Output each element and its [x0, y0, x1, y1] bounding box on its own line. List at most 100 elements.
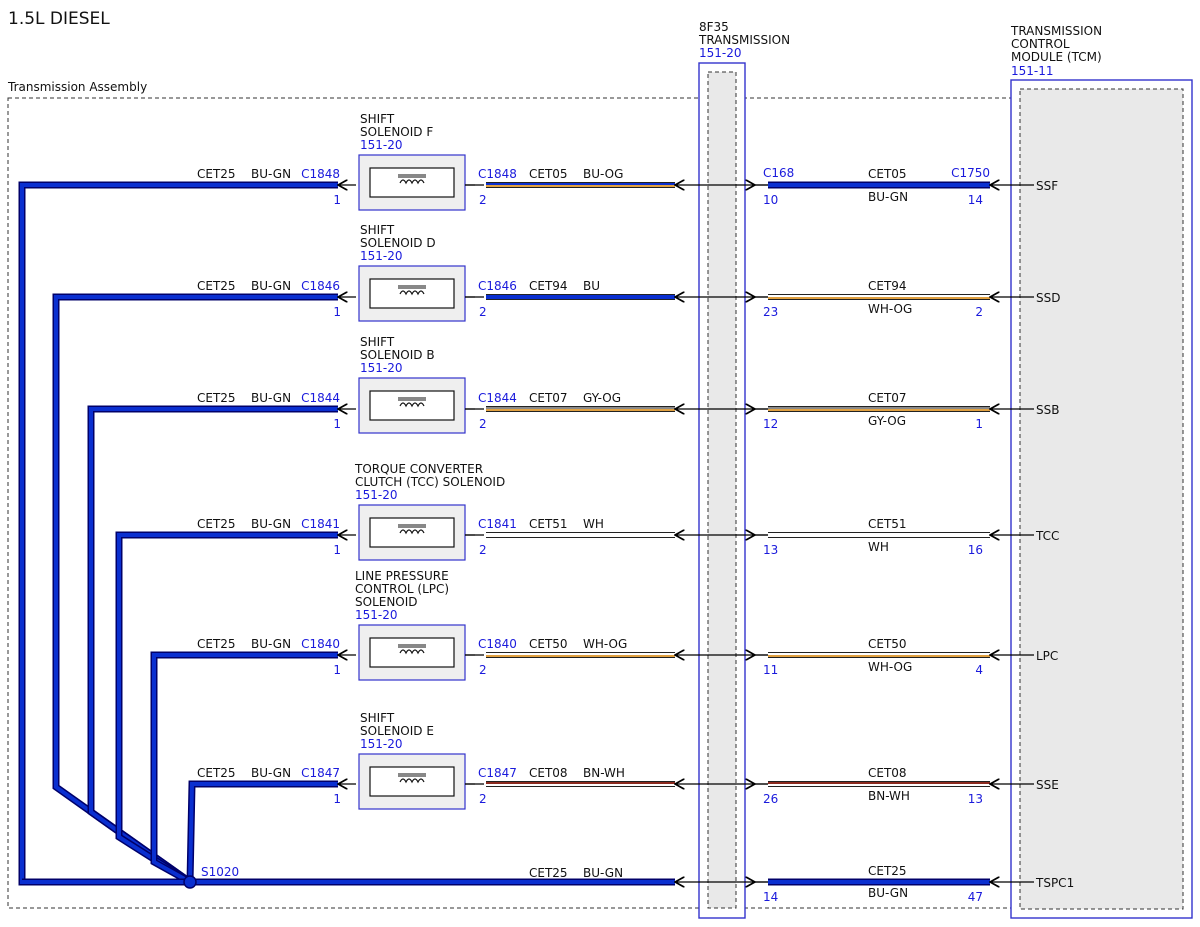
connector-label: C1840 — [478, 637, 517, 651]
wire-color-label: WH-OG — [583, 637, 627, 651]
connector-label: C1847 — [301, 766, 340, 780]
wire-color-label: BU-GN — [868, 886, 908, 900]
pin-label: 23 — [763, 305, 778, 319]
wire-color-label: BU-GN — [251, 766, 291, 780]
connector-label: C1844 — [301, 391, 340, 405]
pin-label: 14 — [763, 890, 778, 904]
wire-color-label: BU-GN — [251, 517, 291, 531]
transmission-ref: 151-20 — [699, 46, 742, 60]
transmission-connector-inner — [707, 71, 737, 909]
pin-label: 13 — [763, 543, 778, 557]
connector-label: C1848 — [301, 167, 340, 181]
circuit-label: CET25 — [197, 167, 236, 181]
tcm-ref: 151-11 — [1011, 64, 1054, 78]
connector-label: C1848 — [478, 167, 517, 181]
solenoid-name-line: SOLENOID F — [360, 125, 433, 139]
wire-color-label: WH-OG — [868, 302, 912, 316]
tcm-name-line1: TRANSMISSION — [1010, 24, 1102, 38]
pin-label: 13 — [968, 792, 983, 806]
pin-label: 26 — [763, 792, 778, 806]
pin-label: 12 — [763, 417, 778, 431]
circuit-label: CET94 — [868, 279, 907, 293]
solenoid-ref: 151-20 — [360, 249, 403, 263]
tcm-name-line3: MODULE (TCM) — [1011, 50, 1102, 64]
wire-color-label: BU-GN — [251, 167, 291, 181]
connector-label: C1846 — [478, 279, 517, 293]
circuit-label: CET25 — [529, 866, 568, 880]
circuit-label: CET25 — [197, 517, 236, 531]
splice-label: S1020 — [201, 865, 239, 879]
wire-color-label: WH-OG — [868, 660, 912, 674]
solenoid-name-line: CLUTCH (TCC) SOLENOID — [355, 475, 505, 489]
connector-label: C1844 — [478, 391, 517, 405]
circuit-label: CET94 — [529, 279, 568, 293]
pin-label: 1 — [333, 417, 341, 431]
solenoid-ref: 151-20 — [355, 488, 398, 502]
diagram-title: 1.5L DIESEL — [8, 9, 110, 29]
circuit-label: CET25 — [197, 279, 236, 293]
pin-label: 2 — [479, 543, 487, 557]
pin-label: 1 — [333, 543, 341, 557]
pin-label: 11 — [763, 663, 778, 677]
pin-label: 10 — [763, 193, 778, 207]
solenoid-name-line: SHIFT — [360, 335, 395, 349]
tcm-signal-label: TSPC1 — [1035, 876, 1074, 890]
transmission-name-line2: TRANSMISSION — [698, 33, 790, 47]
pin-label: 1 — [333, 663, 341, 677]
solenoid-ref: 151-20 — [360, 138, 403, 152]
wire-color-label: BN-WH — [583, 766, 625, 780]
circuit-label: CET25 — [197, 391, 236, 405]
tcm-name-line2: CONTROL — [1011, 37, 1070, 51]
wire-color-label: BU-GN — [251, 637, 291, 651]
tcm-signal-label: SSB — [1036, 403, 1059, 417]
tcm-signal-label: SSD — [1036, 291, 1060, 305]
solenoid-name-line: SOLENOID — [355, 595, 418, 609]
solenoid-name-line: SHIFT — [360, 223, 395, 237]
pin-label: 2 — [479, 417, 487, 431]
wire-cet25-1-outline — [52, 293, 338, 885]
wire-cet25-1 — [54, 295, 338, 884]
tcm-signal-label: LPC — [1036, 649, 1058, 663]
tcm-signal-label: SSF — [1036, 179, 1058, 193]
wire-color-label: GY-OG — [868, 414, 906, 428]
connector-label: C1750 — [951, 166, 990, 180]
pin-label: 1 — [333, 193, 341, 207]
pin-label: 1 — [333, 792, 341, 806]
pin-label: 16 — [968, 543, 983, 557]
wire-color-label: BU-GN — [251, 391, 291, 405]
pin-label: 1 — [975, 417, 983, 431]
circuit-label: CET07 — [529, 391, 568, 405]
circuit-label: CET08 — [529, 766, 568, 780]
solenoid-name-line: CONTROL (LPC) — [355, 582, 449, 596]
circuit-label: CET51 — [868, 517, 907, 531]
wire-color-label: BU — [583, 279, 600, 293]
solenoid-name-line: SHIFT — [360, 711, 395, 725]
solenoid-name-line: SOLENOID D — [360, 236, 436, 250]
wire-color-label: BU-GN — [251, 279, 291, 293]
connector-label: C1840 — [301, 637, 340, 651]
wire-color-label: BU-OG — [583, 167, 623, 181]
circuit-label: CET50 — [868, 637, 907, 651]
solenoid-ref: 151-20 — [360, 737, 403, 751]
circuit-label: CET08 — [868, 766, 907, 780]
circuit-label: CET25 — [868, 864, 907, 878]
solenoid-name-line: SOLENOID E — [360, 724, 434, 738]
circuit-label: CET07 — [868, 391, 907, 405]
connector-label: C1841 — [478, 517, 517, 531]
pin-label: 2 — [479, 663, 487, 677]
pin-label: 47 — [968, 890, 983, 904]
wire-color-label: WH — [583, 517, 604, 531]
connector-label: C1841 — [301, 517, 340, 531]
wire-color-label: BU-GN — [868, 190, 908, 204]
circuit-label: CET05 — [529, 167, 568, 181]
assembly-label: Transmission Assembly — [7, 80, 147, 94]
circuit-label: CET50 — [529, 637, 568, 651]
pin-label: 2 — [975, 305, 983, 319]
solenoid-ref: 151-20 — [360, 361, 403, 375]
solenoid-name-line: LINE PRESSURE — [355, 569, 449, 583]
circuit-label: CET25 — [197, 637, 236, 651]
pin-label: 2 — [479, 305, 487, 319]
solenoid-ref: 151-20 — [355, 608, 398, 622]
wire-color-label: BU-GN — [583, 866, 623, 880]
pin-label: 4 — [975, 663, 983, 677]
